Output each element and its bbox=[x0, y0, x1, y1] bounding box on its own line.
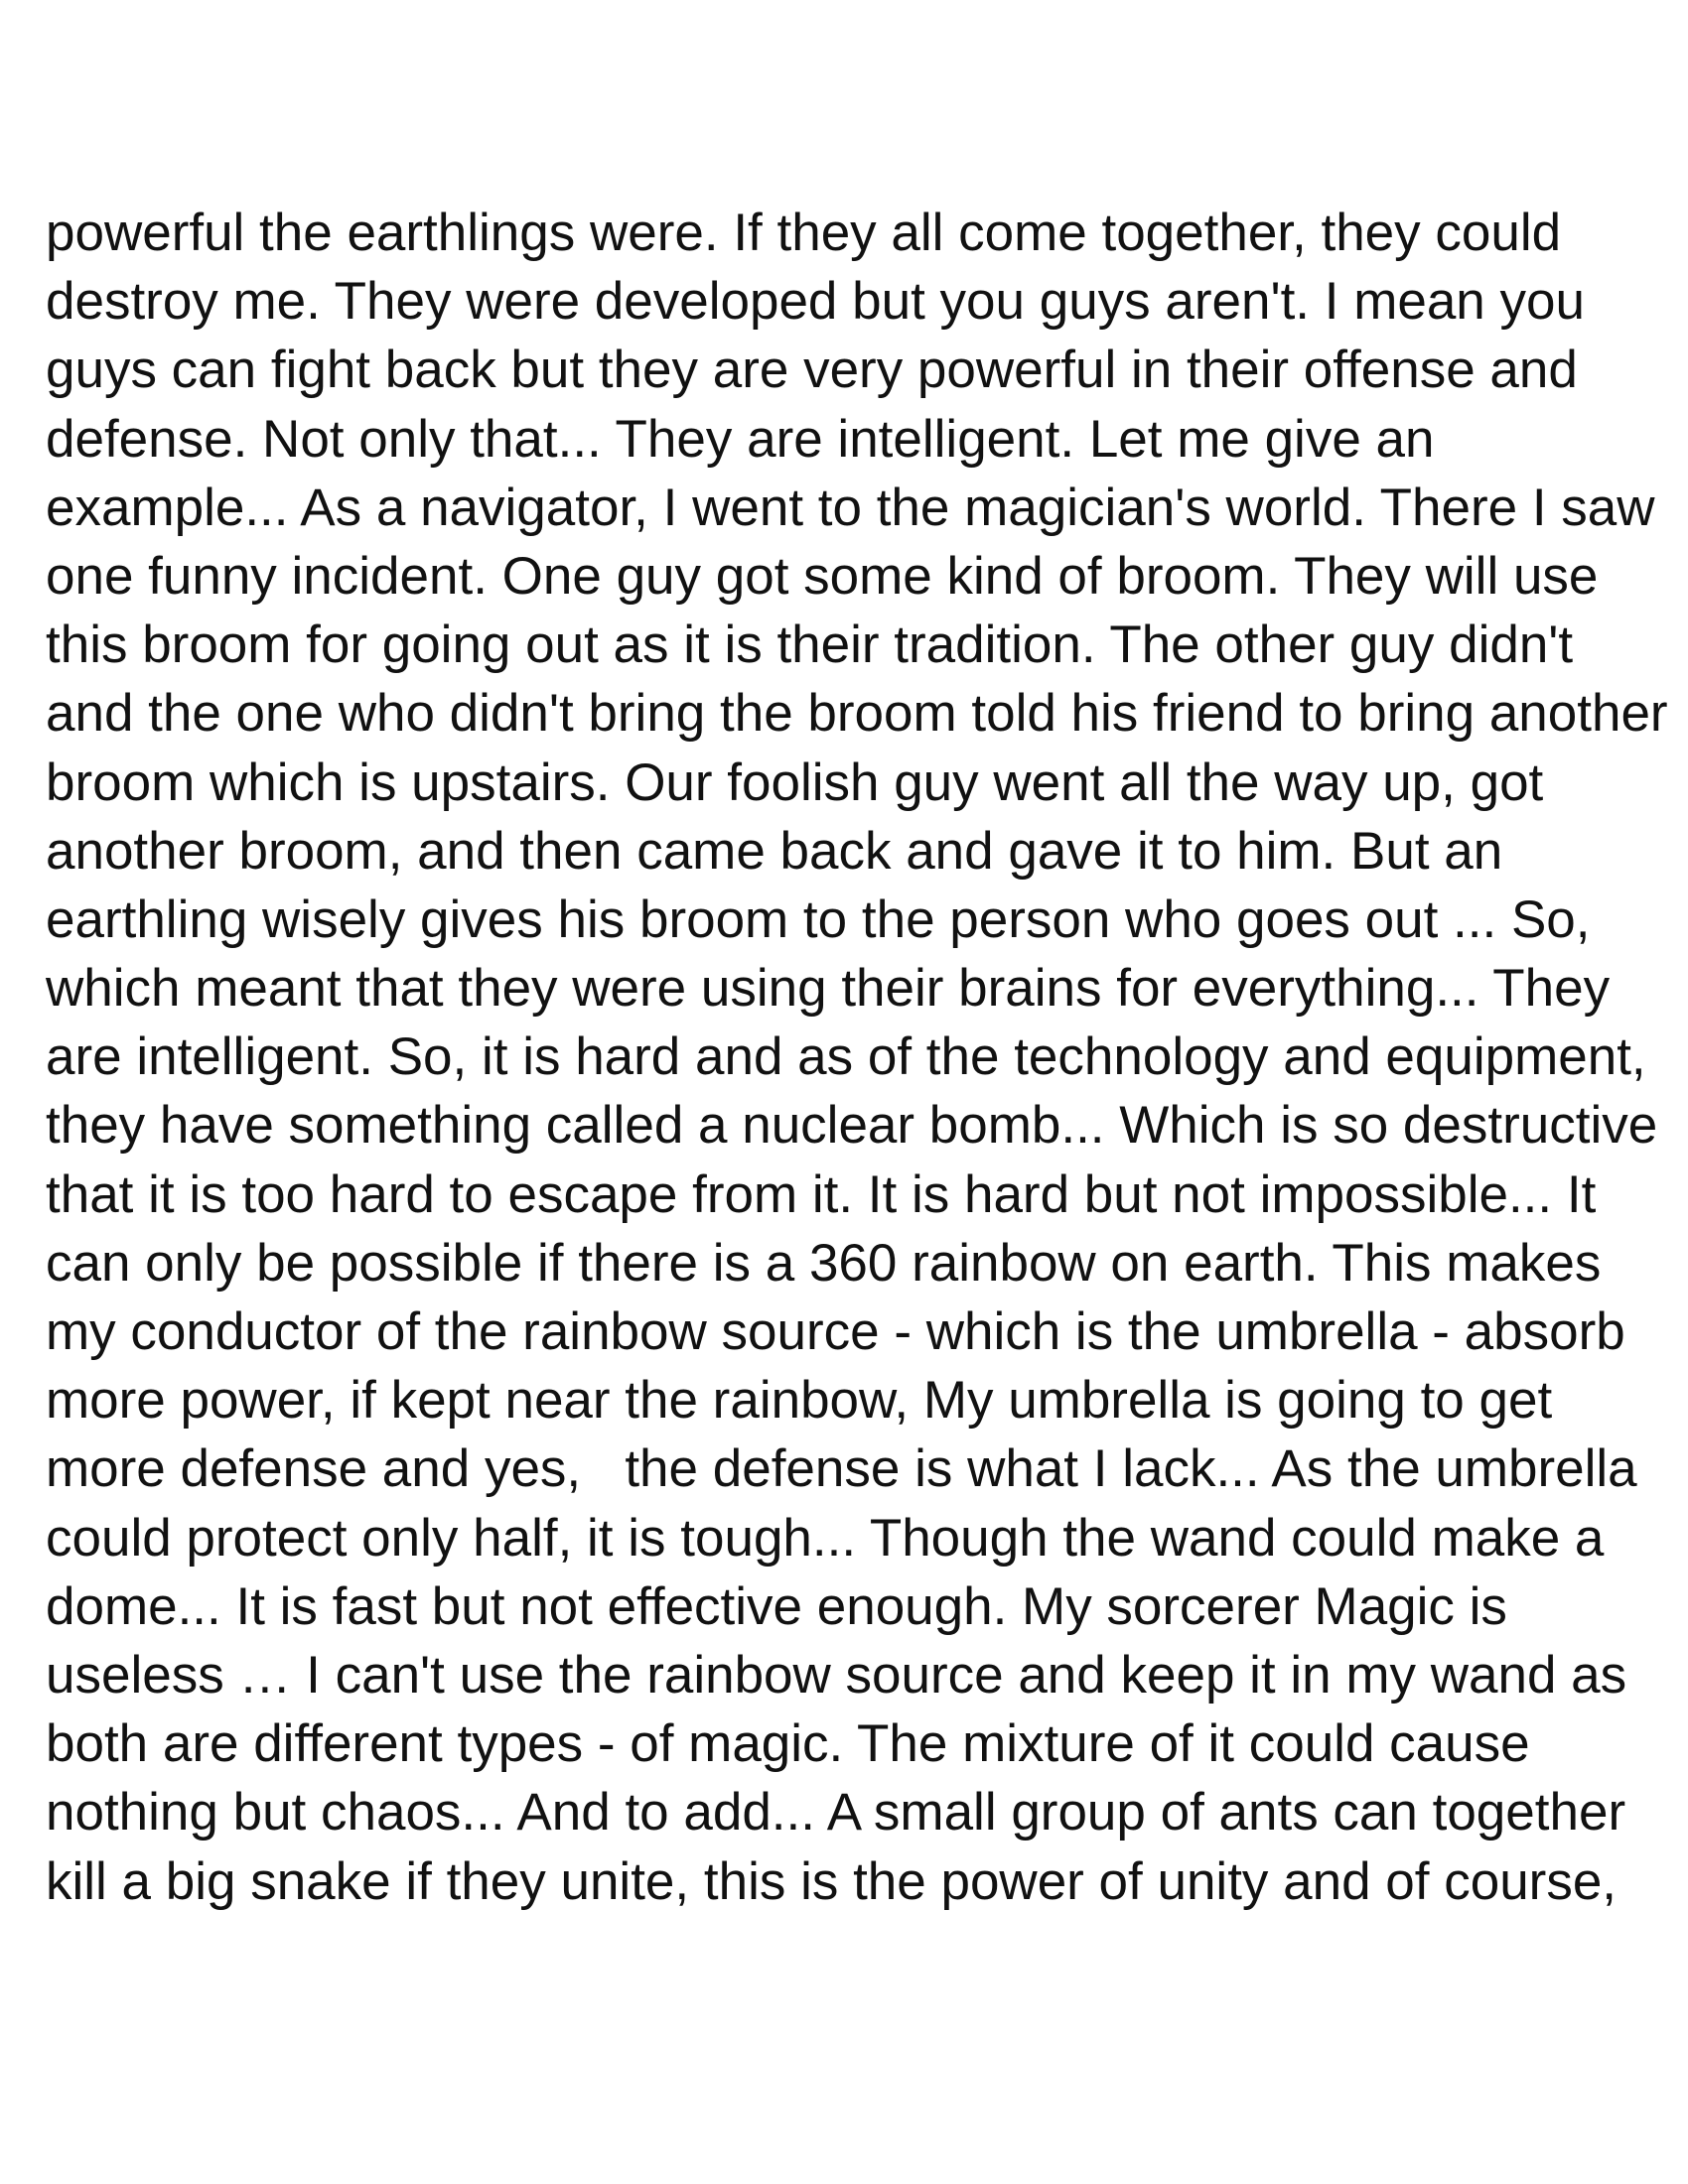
text-line: powerful the earthlings were. If they al… bbox=[46, 204, 1562, 262]
document-page: powerful the earthlings were. If they al… bbox=[0, 0, 1688, 2184]
text-line: one funny incident. One guy got some kin… bbox=[46, 546, 1599, 606]
text-line: kill a big snake if they unite, this is … bbox=[46, 1851, 1618, 1911]
text-line: dome... It is fast but not effective eno… bbox=[46, 1576, 1507, 1636]
text-line: they have something called a nuclear bom… bbox=[46, 1096, 1658, 1156]
text-line: broom which is upstairs. Our foolish guy… bbox=[46, 752, 1544, 812]
text-line: destroy me. They were developed but you … bbox=[46, 272, 1585, 332]
text-line: example... As a navigator, I went to the… bbox=[46, 478, 1655, 537]
text-line: more power, if kept near the rainbow, My… bbox=[46, 1371, 1553, 1431]
text-line: this broom for going out as it is their … bbox=[46, 615, 1574, 675]
text-line: another broom, and then came back and ga… bbox=[46, 821, 1503, 881]
text-line: both are different types - of magic. The… bbox=[46, 1714, 1530, 1774]
body-text: powerful the earthlings were. If they al… bbox=[46, 199, 1674, 1916]
text-line: earthling wisely gives his broom to the … bbox=[46, 889, 1591, 949]
text-line: that it is too hard to escape from it. I… bbox=[46, 1164, 1597, 1224]
text-line: are intelligent. So, it is hard and as o… bbox=[46, 1027, 1646, 1087]
text-line: can only be possible if there is a 360 r… bbox=[46, 1233, 1602, 1293]
text-line: my conductor of the rainbow source - whi… bbox=[46, 1302, 1625, 1361]
text-line: could protect only half, it is tough... … bbox=[46, 1508, 1605, 1568]
text-line: useless … I can't use the rainbow source… bbox=[46, 1645, 1627, 1705]
text-line: nothing but chaos... And to add... A sma… bbox=[46, 1783, 1626, 1843]
text-line: guys can fight back but they are very po… bbox=[46, 341, 1578, 400]
text-line: more defense and yes, the defense is wha… bbox=[46, 1439, 1637, 1499]
text-line: defense. Not only that... They are intel… bbox=[46, 409, 1435, 469]
text-line: and the one who didn't bring the broom t… bbox=[46, 684, 1668, 744]
text-line: which meant that they were using their b… bbox=[46, 959, 1611, 1019]
